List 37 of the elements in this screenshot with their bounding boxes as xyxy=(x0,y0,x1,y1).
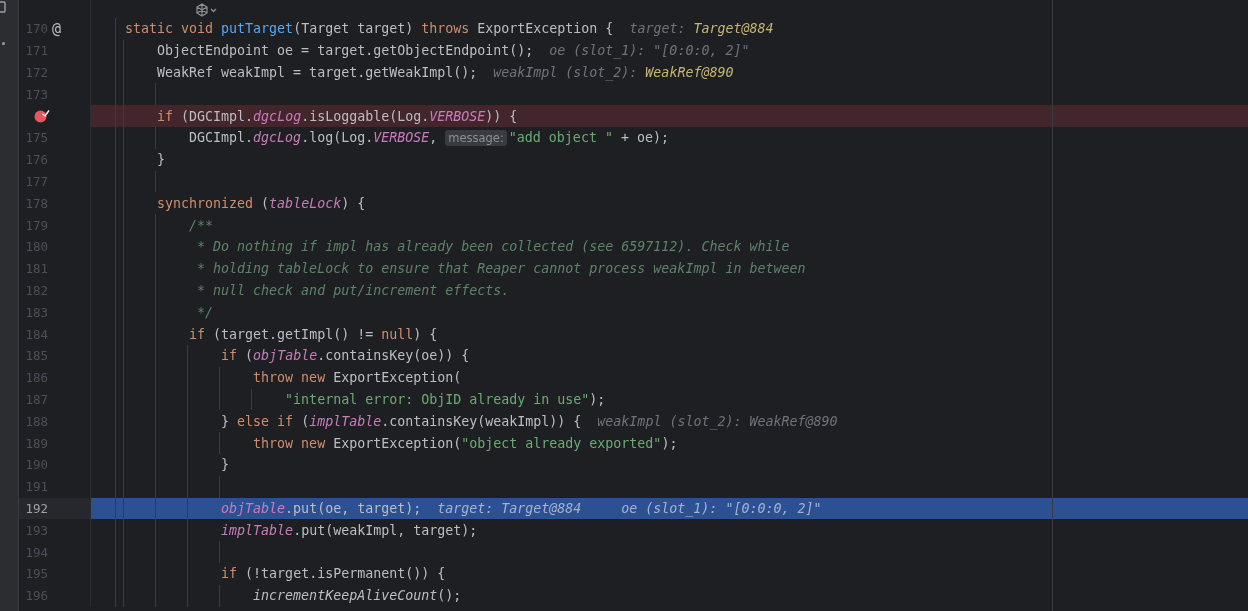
panel-icon[interactable] xyxy=(0,1,6,13)
code-text: if (DGCImpl.dgcLog.isLoggable(Log.VERBOSE)) { xyxy=(156,108,518,124)
parameter-hint: message: xyxy=(445,129,507,146)
inline-value-hint: target: Target@884 xyxy=(629,21,774,37)
code-text: */ xyxy=(196,304,214,320)
code-text: incrementKeepAliveCount(); xyxy=(252,588,462,604)
code-text: synchronized (tableLock) { xyxy=(156,195,366,211)
breakpoint-icon[interactable] xyxy=(34,109,50,124)
code-text: * null check and put/increment effects. xyxy=(196,282,510,298)
code-text: } xyxy=(220,457,230,473)
code-text: throw new ExportException("object already exported"); xyxy=(252,435,678,451)
code-text: if (target.getImpl() != null) { xyxy=(188,326,438,342)
code-text: WeakRef weakImpl = target.getWeakImpl(); xyxy=(156,65,478,80)
code-text: } else if (implTable.containsKey(weakImpl)) { xyxy=(220,413,582,429)
code-text: DGCImpl.dgcLog.log(Log.VERBOSE, xyxy=(188,130,439,146)
inline-value-hint: oe (slot_1): "[0:0:0, 2]" xyxy=(549,43,750,59)
ai-assistant-icon[interactable] xyxy=(195,3,219,17)
inline-value-hint: oe (slot_1): "[0:0:0, 2]" xyxy=(621,500,822,516)
code-text: } xyxy=(156,152,166,168)
code-text: implTable.put(weakImpl, target); xyxy=(220,522,478,538)
inline-value-hint: target: Target@884 xyxy=(437,500,582,516)
code-text: * Do nothing if impl has already been collected (see 6597112). Check while xyxy=(196,239,790,255)
code-text: * holding tableLock to ensure that Reaper cannot process weakImpl in between xyxy=(196,261,806,277)
code-text: objTable.put(oe, target); xyxy=(220,500,422,516)
code-text: static void putTarget(Target target) throws ExportException { xyxy=(125,21,614,37)
code-text: throw new ExportException( xyxy=(252,370,462,386)
code-text: "add object " + oe); xyxy=(508,130,669,146)
implements-marker[interactable]: @ xyxy=(52,19,62,38)
code-text: "internal error: ObjID already in use"); xyxy=(284,391,606,407)
code-text: /** xyxy=(188,217,214,233)
inline-value-hint: weakImpl (slot_2): WeakRef@890 xyxy=(597,413,838,429)
inline-value-hint: weakImpl (slot_2): WeakRef@890 xyxy=(493,65,734,80)
dot-icon xyxy=(2,42,5,45)
line-number: 192 xyxy=(24,500,48,516)
code-text: if (!target.isPermanent()) { xyxy=(220,566,446,582)
code-text: ObjectEndpoint oe = target.getObjectEndpoint(); xyxy=(156,43,534,59)
code-text: if (objTable.containsKey(oe)) { xyxy=(220,348,470,364)
